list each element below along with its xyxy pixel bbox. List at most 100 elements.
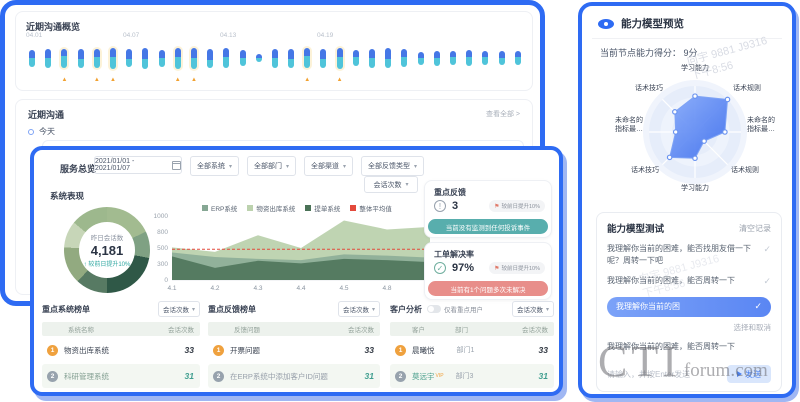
sort-dropdown[interactable]: 会话次数▾ <box>512 301 554 317</box>
table-row[interactable]: 1晨曦悦部门133 <box>390 338 554 362</box>
legend-label: 整体平均值 <box>359 203 392 213</box>
filter-button-1[interactable]: 全部部门▾ <box>247 156 296 176</box>
capsule-online-part <box>240 50 246 58</box>
bubble-capsule <box>40 42 56 74</box>
table-title: 重点系统榜单 <box>42 304 90 315</box>
send-button[interactable]: 发送 <box>727 365 771 383</box>
sort-value: 会话次数 <box>517 304 543 314</box>
metric-dropdown[interactable]: 会话次数 ▾ <box>364 176 418 193</box>
column-label: 反馈问题 <box>234 324 260 334</box>
capsule-offline-part <box>401 57 407 67</box>
donut-center: 昨日会话数 4,181 ↑ 较前日提升10% <box>79 222 135 278</box>
row-value: 31 <box>539 371 548 381</box>
check-circle-icon: ✓ <box>434 262 446 274</box>
bubble-capsule <box>267 42 283 74</box>
bubble-capsule <box>202 42 218 74</box>
capsule-online-part <box>337 48 343 57</box>
capsule-halo <box>76 47 86 70</box>
test-item[interactable]: 我理解你当前的困难，能否找朋友借一下呢？周转一下吧✓ <box>607 243 771 267</box>
bubble-capsule <box>348 42 364 74</box>
key-users-toggle[interactable] <box>427 305 441 313</box>
capsule-halo <box>367 47 377 70</box>
svg-text:4.1: 4.1 <box>167 285 176 292</box>
today-group: 今天 <box>28 126 55 137</box>
capsule-bar <box>61 49 67 68</box>
chevron-down-icon: ▾ <box>192 306 195 313</box>
column-header-band: 反馈问题会话次数 <box>208 322 380 336</box>
test-item[interactable]: 我理解你当前的困难，能否周转一下✓ <box>607 275 771 289</box>
key-feedback-value: 3 <box>452 200 458 212</box>
capsule-offline-part <box>175 57 181 69</box>
communication-overview-card: 近期沟通概览 ▲▲▲▲▲▲▲ 04.0104.0704.1304.19 <box>15 11 533 91</box>
key-feedback-card: 重点反馈 ! 3 ⚑ 较前日提升10% 当前没有监测到任何投诉事件 <box>424 180 552 238</box>
test-item-text: 我理解你当前的困 <box>616 301 680 312</box>
bubble-capsule <box>413 42 429 74</box>
system-area-chart: 100080050030004.14.24.34.44.54.84.9 <box>150 212 440 296</box>
filter-button-3[interactable]: 全部反馈类型▾ <box>361 156 424 176</box>
table-row[interactable]: 1物资出库系统33 <box>42 338 200 362</box>
ability-header: 能力模型预览 <box>598 16 684 31</box>
clear-records-link[interactable]: 清空记录 <box>739 223 771 234</box>
capsule-halo <box>464 48 474 68</box>
capsule-offline-part <box>110 57 116 69</box>
view-all-link[interactable]: 查看全部 > <box>486 109 520 119</box>
bubble-capsule <box>234 42 250 74</box>
date-range-value: 2021/01/01 - 2021/01/07 <box>95 158 168 172</box>
bubble-capsule <box>283 42 299 74</box>
legend-item: 提单系统 <box>305 203 340 213</box>
warning-triangle-icon: ▲ <box>304 77 310 83</box>
capsule-halo <box>399 47 409 69</box>
table-row[interactable]: 2科研管理系统31 <box>42 364 200 388</box>
capsule-bar <box>499 51 505 65</box>
column-header-band: 客户部门会话次数 <box>390 322 554 336</box>
capsule-offline-part <box>482 57 488 65</box>
capsule-online-part <box>304 48 310 56</box>
table-row[interactable]: 2莫远宇VIP部门331 <box>390 364 554 388</box>
capsule-bar <box>223 48 229 68</box>
capsule-offline-part <box>256 58 262 62</box>
sort-dropdown[interactable]: 会话次数▾ <box>338 301 380 317</box>
test-item[interactable]: 我理解你当前的困难，能否周转一下 <box>607 341 771 353</box>
bubble-capsule <box>154 42 170 74</box>
capsule-offline-part <box>466 57 472 66</box>
sort-dropdown[interactable]: 会话次数▾ <box>158 301 200 317</box>
row-value: 31 <box>365 371 374 381</box>
customer-analysis-table: 客户分析仅看重点用户会话次数▾客户部门会话次数1晨曦悦部门1332莫远宇VIP部… <box>390 300 554 392</box>
table-row[interactable]: 1开票问题33 <box>208 338 380 362</box>
chevron-down-icon: ▾ <box>372 306 375 313</box>
capsule-halo <box>432 49 442 68</box>
test-item-selected[interactable]: 我理解你当前的困✓ <box>607 297 771 317</box>
date-range-input[interactable]: 2021/01/01 - 2021/01/07 <box>94 156 182 174</box>
capsule-online-part <box>61 49 67 56</box>
legend-label: 物资出库系统 <box>256 203 295 213</box>
capsule-halo <box>157 48 167 69</box>
table-row[interactable]: 2在ERP系统中添加客户ID问题31 <box>208 364 380 388</box>
capsule-offline-part <box>142 59 148 69</box>
capsule-offline-part <box>385 59 391 68</box>
capsule-bar <box>385 48 391 68</box>
select-cancel-label[interactable]: 选择和取消 <box>607 322 771 333</box>
capsule-online-part <box>94 49 100 57</box>
capsule-bar <box>110 48 116 69</box>
svg-text:4.5: 4.5 <box>339 285 348 292</box>
service-overview-label: 服务总览 <box>60 162 96 175</box>
bubble-date-label: 04.19 <box>317 32 333 39</box>
test-item-text: 我理解你当前的困难，能否周转一下 <box>607 341 771 353</box>
bubble-capsule <box>445 42 461 74</box>
capsule-online-part <box>110 48 116 57</box>
donut-center-delta: ↑ 较前日提升10% <box>84 259 131 268</box>
capsule-online-part <box>191 48 197 58</box>
bubble-capsule: ▲ <box>332 42 348 74</box>
message-input-row: 请输入，并按Enter发送 发送 <box>607 365 771 383</box>
warning-triangle-icon: ▲ <box>191 77 197 83</box>
capsule-bar <box>320 49 326 68</box>
legend-item: 整体平均值 <box>350 203 392 213</box>
message-input[interactable]: 请输入，并按Enter发送 <box>607 369 690 380</box>
ticket-title: 工单解决率 <box>434 249 474 260</box>
radar-axis-label: 学习能力 <box>671 184 719 193</box>
capsule-offline-part <box>434 58 440 66</box>
svg-text:500: 500 <box>157 245 168 252</box>
row-value: 33 <box>539 345 548 355</box>
filter-button-2[interactable]: 全部渠道▾ <box>304 156 353 176</box>
filter-button-0[interactable]: 全部系统▾ <box>190 156 239 176</box>
